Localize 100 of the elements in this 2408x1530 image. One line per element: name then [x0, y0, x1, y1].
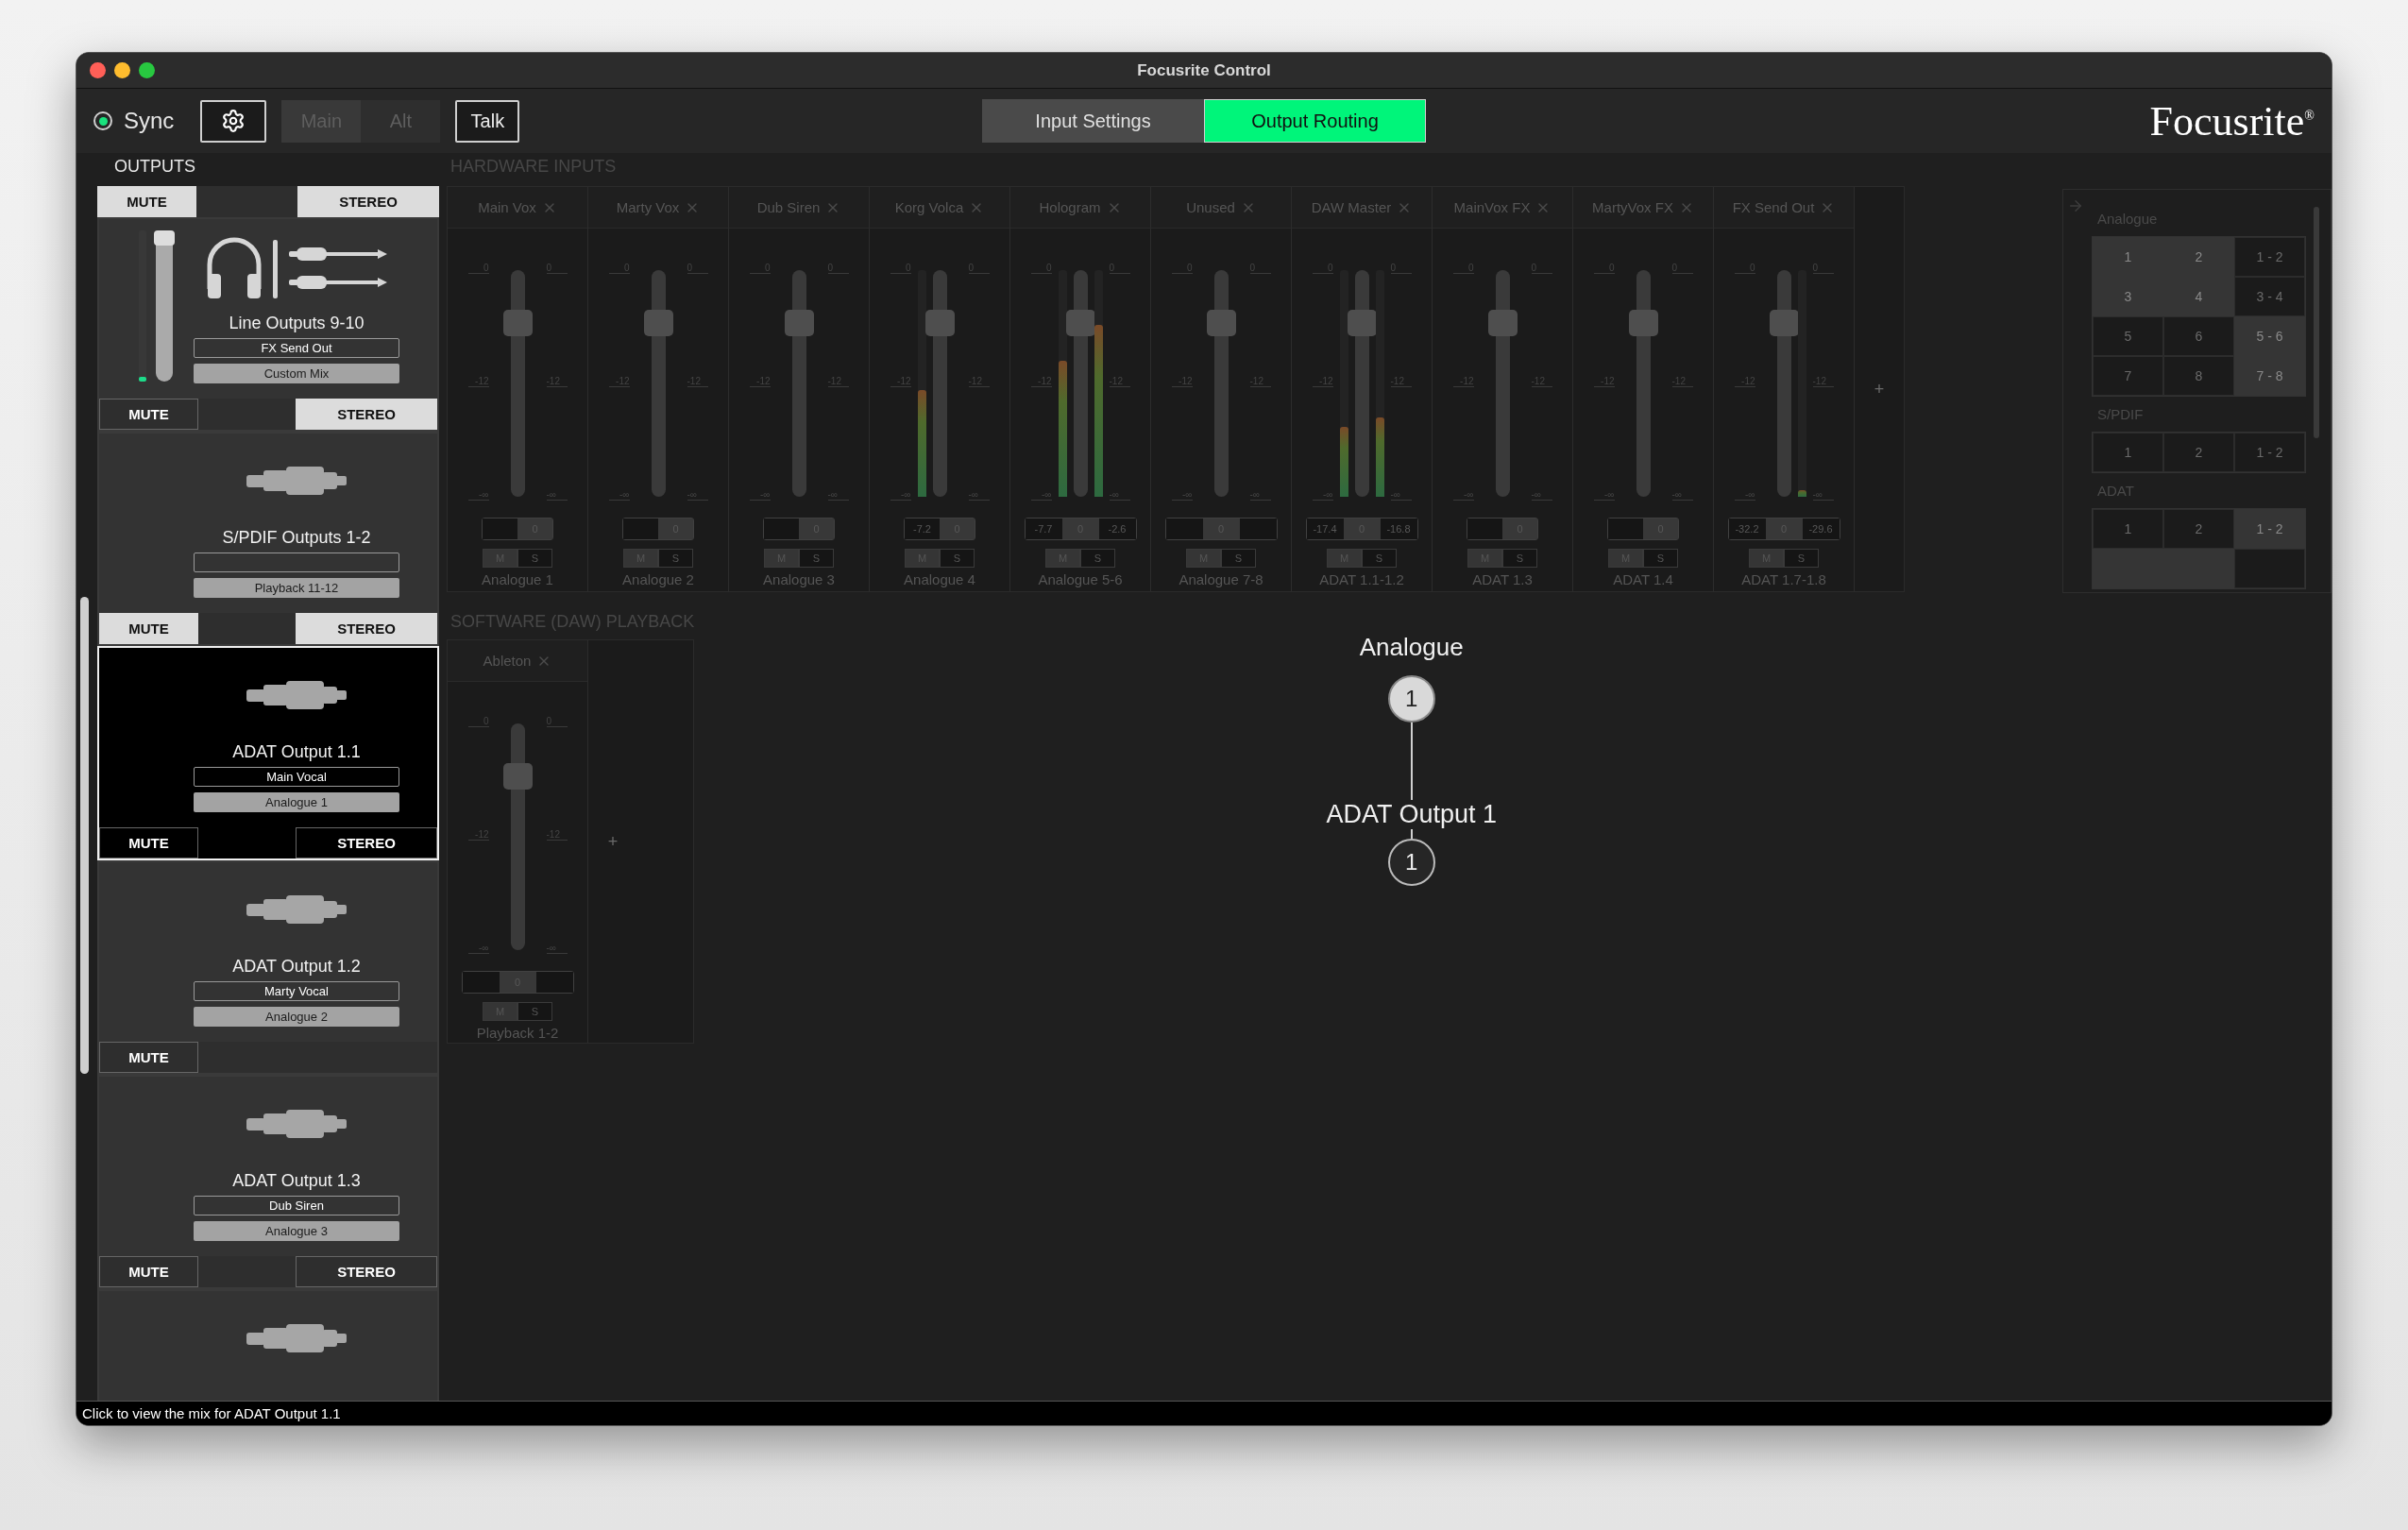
mix-field[interactable]: Main Vocal — [194, 767, 399, 787]
output-card[interactable]: ADAT Output 1.1 Main Vocal Analogue 1 MUTE STEREO — [97, 646, 439, 860]
peak-value: -29.6 — [1802, 518, 1840, 539]
scale-label: -∞ — [467, 489, 489, 501]
scale-label: -∞ — [1671, 489, 1693, 501]
output-label: ADAT Output 1 — [1326, 800, 1497, 829]
route-cell[interactable]: 7 — [2093, 356, 2163, 396]
mute-button[interactable]: MUTE — [99, 613, 198, 644]
fader-thumb[interactable] — [643, 310, 673, 337]
fader-thumb[interactable] — [1769, 310, 1799, 337]
zoom-window-button[interactable] — [139, 62, 155, 78]
channel-source: Analogue 4 — [903, 571, 976, 587]
fader-thumb[interactable] — [502, 763, 533, 790]
stereo-button[interactable]: STEREO — [296, 613, 437, 644]
sync-label: Sync — [124, 108, 175, 134]
output-name: ADAT Output 1.3 — [231, 1171, 362, 1192]
solo-button[interactable]: S — [1643, 549, 1678, 568]
route-cell[interactable]: 1 — [2093, 509, 2163, 549]
route-cell[interactable]: 4 — [2163, 277, 2234, 316]
solo-button[interactable]: S — [1502, 549, 1537, 568]
mix-field[interactable]: Dub Siren — [194, 1196, 399, 1216]
source-field[interactable]: Custom Mix — [194, 364, 399, 383]
fader-thumb[interactable] — [1347, 310, 1377, 337]
output-card[interactable]: S/PDIF Outputs 1-2 Playback 11-12 MUTE STEREO — [97, 432, 439, 646]
fader-thumb[interactable] — [1487, 310, 1518, 337]
output-card[interactable]: Line Outputs 9-10 FX Send Out Custom Mix MUTE STEREO — [97, 217, 439, 432]
route-cell[interactable]: 1 - 2 — [2234, 433, 2305, 472]
view-tab[interactable]: Input Settings — [982, 99, 1204, 143]
route-cell[interactable]: 2 — [2163, 237, 2234, 277]
connector-plug-icon — [246, 1324, 347, 1352]
route-cell[interactable]: 5 - 6 — [2234, 316, 2305, 356]
solo-button[interactable]: S — [658, 549, 693, 568]
stereo-button[interactable]: STEREO — [296, 399, 437, 430]
route-cell[interactable]: 5 — [2093, 316, 2163, 356]
solo-button[interactable]: S — [517, 549, 552, 568]
solo-button[interactable]: S — [940, 549, 975, 568]
solo-button[interactable]: S — [1080, 549, 1115, 568]
source-field[interactable]: Analogue 2 — [194, 1007, 399, 1027]
mute-button[interactable]: MUTE — [99, 399, 198, 430]
route-cell[interactable]: 8 — [2163, 356, 2234, 396]
stereo-button[interactable]: STEREO — [296, 1256, 437, 1287]
fader-thumb[interactable] — [1206, 310, 1236, 337]
scrollbar-thumb[interactable] — [80, 597, 89, 1074]
fader-thumb[interactable] — [784, 310, 814, 337]
scale-label: -∞ — [608, 489, 630, 501]
route-cell[interactable] — [2093, 549, 2163, 588]
route-cell[interactable]: 6 — [2163, 316, 2234, 356]
channel-source: ADAT 1.4 — [1612, 571, 1674, 587]
talk-button[interactable]: Talk — [455, 99, 520, 143]
route-cell[interactable]: 3 — [2093, 277, 2163, 316]
add-channel-button[interactable]: + — [607, 831, 619, 852]
fader-thumb[interactable] — [502, 310, 533, 337]
solo-button[interactable]: S — [799, 549, 834, 568]
minimize-window-button[interactable] — [114, 62, 130, 78]
stereo-button[interactable]: STEREO — [296, 827, 437, 858]
scale-label: -∞ — [1249, 489, 1271, 501]
scale-label: -∞ — [1452, 489, 1474, 501]
route-cell[interactable]: 1 - 2 — [2234, 237, 2305, 277]
mute-button[interactable]: MUTE — [97, 186, 196, 217]
fader-thumb[interactable] — [1628, 310, 1658, 337]
route-cell[interactable]: 1 — [2093, 237, 2163, 277]
volume-slider[interactable] — [156, 230, 173, 382]
mute-button[interactable]: MUTE — [99, 827, 198, 858]
view-tab[interactable]: Output Routing — [1204, 99, 1426, 143]
close-window-button[interactable] — [90, 62, 106, 78]
scrollbar-thumb[interactable] — [2314, 207, 2319, 438]
arrow-icon — [2067, 197, 2084, 214]
output-card[interactable]: ADAT Output 1.3 Dub Siren Analogue 3 MUTE STEREO — [97, 1075, 439, 1289]
route-cell[interactable]: 7 - 8 — [2234, 356, 2305, 396]
scale-label: -∞ — [467, 943, 489, 954]
solo-button[interactable]: S — [1362, 549, 1397, 568]
volume-thumb[interactable] — [154, 230, 175, 246]
route-cell[interactable]: 2 — [2163, 433, 2234, 472]
mute-button[interactable]: MUTE — [99, 1256, 198, 1287]
output-card[interactable]: ADAT Output 1.2 Marty Vocal Analogue 2 MUTE — [97, 860, 439, 1075]
route-cell[interactable]: 2 — [2163, 509, 2234, 549]
source-field[interactable]: Analogue 1 — [194, 792, 399, 812]
fader-thumb[interactable] — [1065, 310, 1095, 337]
settings-button[interactable] — [200, 99, 267, 143]
route-cell[interactable]: 1 - 2 — [2234, 509, 2305, 549]
route-cell[interactable] — [2163, 549, 2234, 588]
source-field[interactable]: Playback 11-12 — [194, 578, 399, 598]
solo-button[interactable]: S — [1784, 549, 1819, 568]
solo-button[interactable]: S — [517, 1002, 552, 1021]
mix-field[interactable]: FX Send Out — [194, 338, 399, 358]
solo-button[interactable]: S — [1221, 549, 1256, 568]
fader-thumb[interactable] — [924, 310, 955, 337]
route-cell[interactable]: 1 — [2093, 433, 2163, 472]
add-channel-button[interactable]: + — [1874, 379, 1885, 400]
mix-field[interactable] — [194, 552, 399, 572]
route-cell[interactable] — [2234, 549, 2305, 588]
channel-source: Analogue 5-6 — [1037, 571, 1124, 587]
mute-button[interactable]: MUTE — [99, 1042, 198, 1073]
route-cell[interactable]: 3 - 4 — [2234, 277, 2305, 316]
mix-field[interactable]: Marty Vocal — [194, 981, 399, 1001]
source-field[interactable]: Analogue 3 — [194, 1221, 399, 1241]
peak-value — [462, 972, 500, 993]
scale-label: -∞ — [1030, 489, 1052, 501]
scale-label: -∞ — [968, 489, 990, 501]
stereo-button[interactable]: STEREO — [297, 186, 439, 217]
